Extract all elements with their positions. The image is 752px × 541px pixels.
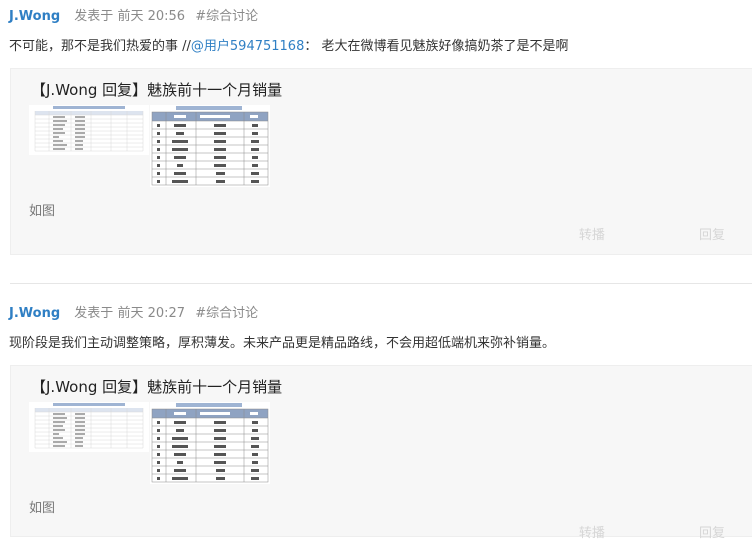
post-time: 前天 20:56 (117, 9, 186, 24)
sales-table-image (150, 402, 270, 484)
chart-thumbnail[interactable] (150, 105, 270, 187)
sales-table-image-small (29, 402, 149, 452)
quote-note: 如图 (29, 204, 56, 219)
quoted-post: 【J.Wong 回复】魅族前十一个月销量 如图 转播 回复 (10, 365, 752, 541)
quote-actions: 转播 回复 (579, 224, 752, 243)
post-text: 不可能，那不是我们热爱的事 // (9, 39, 191, 54)
chart-thumbnail-small[interactable] (29, 105, 149, 155)
topic-tag[interactable]: #综合讨论 (195, 9, 258, 24)
posted-label: 发表于 (74, 306, 114, 321)
repost-button[interactable]: 转播 (579, 224, 605, 243)
quote-title[interactable]: 【J.Wong 回复】魅族前十一个月销量 (31, 377, 282, 397)
quote-note: 如图 (29, 501, 56, 516)
post-divider (10, 283, 752, 284)
quote-title[interactable]: 【J.Wong 回复】魅族前十一个月销量 (31, 80, 282, 100)
post-content: 现阶段是我们主动调整策略，厚积薄发。未来产品更是精品路线，不会用超低端机来弥补销… (9, 335, 555, 353)
chart-thumbnail-small[interactable] (29, 402, 149, 452)
post-text-tail: ： 老大在微博看见魅族好像搞奶茶了是不是啊 (304, 39, 569, 54)
reply-button[interactable]: 回复 (699, 522, 725, 541)
posted-label: 发表于 (74, 9, 114, 24)
post-content: 不可能，那不是我们热爱的事 //@用户594751168： 老大在微博看见魅族好… (9, 38, 569, 56)
topic-tag[interactable]: #综合讨论 (195, 306, 258, 321)
post-time: 前天 20:27 (117, 306, 186, 321)
author-link[interactable]: J.Wong (9, 9, 60, 24)
post-meta: J.Wong 发表于 前天 20:56 #综合讨论 (9, 8, 258, 26)
user-mention[interactable]: @用户594751168 (191, 39, 304, 54)
sales-table-image (150, 105, 270, 187)
post-text: 现阶段是我们主动调整策略，厚积薄发。未来产品更是精品路线，不会用超低端机来弥补销… (9, 336, 556, 351)
post-meta: J.Wong 发表于 前天 20:27 #综合讨论 (9, 305, 258, 323)
chart-thumbnail[interactable] (150, 402, 270, 484)
reply-button[interactable]: 回复 (699, 224, 725, 243)
quote-actions: 转播 回复 (579, 522, 752, 541)
quoted-post: 【J.Wong 回复】魅族前十一个月销量 如图 转播 回复 (10, 68, 752, 255)
repost-button[interactable]: 转播 (579, 522, 605, 541)
author-link[interactable]: J.Wong (9, 306, 60, 321)
sales-table-image-small (29, 105, 149, 155)
